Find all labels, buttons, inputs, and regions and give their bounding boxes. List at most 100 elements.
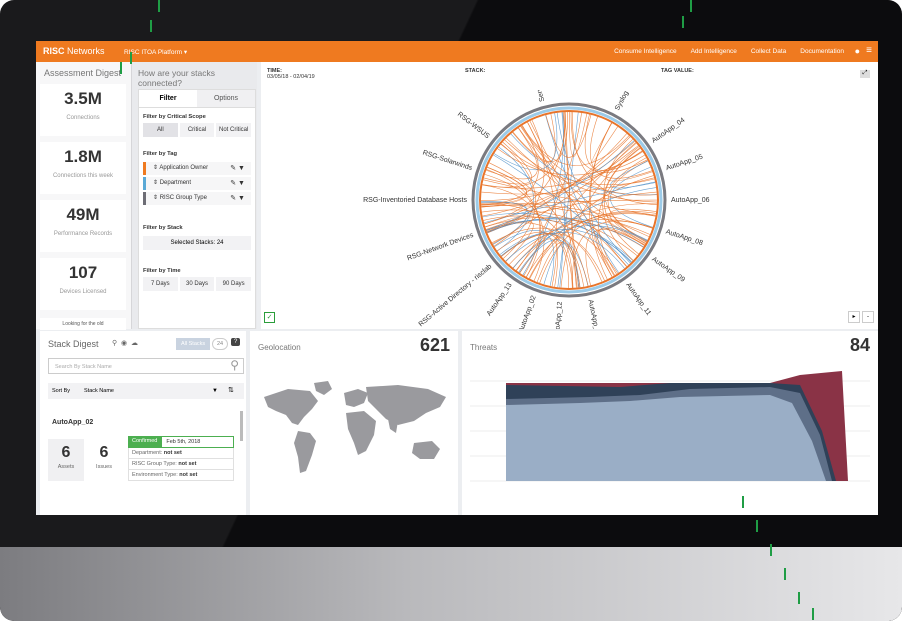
chord-node-label[interactable]: RSG-Inventoried Database Hosts [363, 197, 467, 204]
world-map[interactable] [258, 377, 454, 487]
stat-label: Devices Licensed [59, 289, 107, 295]
threats-count: 84 [849, 335, 870, 355]
expand-icon[interactable]: ⤢ [860, 70, 870, 78]
guide-line [742, 496, 744, 508]
chevron-down-icon[interactable]: ▼ [212, 383, 218, 399]
eye-icon[interactable]: ◉ [121, 340, 127, 347]
confirmed-badge: Confirmed [128, 436, 162, 448]
critical-scope-buttons: All Critical Not Critical [139, 123, 255, 137]
cloud-icon[interactable]: ☁ [131, 340, 138, 347]
department-value: not set [163, 450, 182, 456]
geolocation-count: 621 [419, 335, 450, 355]
menu-docs[interactable]: Documentation [800, 48, 844, 55]
hamburger-menu-icon[interactable]: ≡ [866, 45, 872, 56]
time-value: 03/05/18 - 02/04/19 [267, 74, 315, 80]
assessment-digest-panel: Assessment Digest 3.5M Connections 1.8M … [36, 62, 132, 330]
stack-digest-title: Stack Digest [48, 339, 99, 349]
old-version-link[interactable]: Looking for the old [40, 318, 126, 330]
tag-department[interactable]: ⇕ Department ✎ ▼ [143, 177, 251, 190]
threat-band-steel [506, 395, 826, 481]
chord-node-label[interactable]: AutoApp_09 [650, 256, 686, 284]
menu-add[interactable]: Add Intelligence [691, 48, 737, 55]
edit-filter-icon[interactable]: ✎ ▼ [230, 192, 245, 205]
chord-node-label[interactable]: RSG-Solarwinds [422, 149, 474, 172]
product-dropdown[interactable]: RISC ITOA Platform ▾ [124, 48, 187, 56]
all-stacks-button[interactable]: All Stacks [176, 338, 211, 350]
chord-header: TIME: 03/05/18 - 02/04/19 STACK: TAG VALU… [261, 68, 873, 90]
checkbox-icon[interactable]: ✓ [264, 312, 275, 323]
map-asia [366, 385, 446, 425]
notification-icon[interactable]: ● [855, 46, 860, 56]
tag-value-label: TAG VALUE: [661, 68, 694, 74]
chord-link [563, 112, 579, 288]
chord-node-label[interactable]: RSG-WSUS [456, 111, 491, 140]
scope-critical-button[interactable]: Critical [179, 123, 215, 137]
tag-name: RISC Group Type [159, 195, 207, 201]
edit-filter-icon[interactable]: ✎ ▼ [230, 162, 245, 175]
tag-color-bar [143, 192, 146, 205]
chord-node-label[interactable]: AutoApp_02 [518, 295, 538, 329]
help-icon[interactable]: ? [231, 338, 241, 346]
chord-node-label[interactable]: Syslog [614, 90, 630, 112]
chord-node-label[interactable]: AutoApp_05 [665, 154, 704, 173]
chord-node-label[interactable]: RSG-Network Devices [406, 232, 475, 263]
stack-search-input[interactable]: Search By Stack Name ⚲ [48, 358, 244, 374]
tag-color-bar [143, 177, 146, 190]
minus-button[interactable]: - [862, 311, 874, 323]
stack-question: How are your stacks connected? [138, 68, 215, 88]
sort-by-label: Sort By [52, 388, 71, 394]
chord-node-label[interactable]: AutoApp_13 [486, 282, 514, 318]
scope-not-critical-button[interactable]: Not Critical [216, 123, 252, 137]
brand-logo[interactable]: RISC Networks [43, 46, 105, 56]
chord-node-label[interactable]: AutoApp_04 [651, 117, 687, 145]
edit-filter-icon[interactable]: ✎ ▼ [230, 177, 245, 190]
chord-node-label[interactable]: AutoApp_12 [554, 301, 564, 329]
scrollbar[interactable] [240, 411, 243, 441]
time-30-button[interactable]: 30 Days [179, 277, 215, 291]
chord-node-label[interactable]: AutoApp_08 [665, 229, 704, 248]
env-value: not set [179, 472, 198, 478]
time-90-button[interactable]: 90 Days [216, 277, 252, 291]
chord-link [610, 166, 653, 228]
chord-node-label[interactable]: AutoApp_06 [671, 197, 710, 204]
chord-node-label[interactable]: AutoApp_07 [586, 299, 601, 329]
threats-area-chart[interactable] [470, 361, 870, 511]
stat-value: 107 [68, 263, 98, 282]
guide-line [690, 0, 692, 12]
tab-options[interactable]: Options [197, 90, 255, 107]
stat-label: Performance Records [53, 231, 113, 237]
guide-line [798, 592, 800, 604]
selected-stacks-button[interactable]: Selected Stacks: 24 [143, 236, 251, 250]
tag-application-owner[interactable]: ⇕ Application Owner ✎ ▼ [143, 162, 251, 175]
app-screen: RISC Networks RISC ITOA Platform ▾ Consu… [36, 41, 878, 515]
group-line: RISC Group Type: not set [128, 459, 234, 470]
time-7-button[interactable]: 7 Days [143, 277, 178, 291]
chord-node-label[interactable]: RSG-Active Directory - risclab [418, 263, 494, 328]
sort-order-icon[interactable]: ⇅ [228, 383, 234, 399]
tab-filter[interactable]: Filter [139, 90, 197, 107]
play-button[interactable]: ▸ [848, 311, 860, 323]
sort-select[interactable]: Stack Name [84, 383, 114, 399]
chord-node-label[interactable]: AutoApp_11 [624, 282, 652, 317]
tag-risc-group-type[interactable]: ⇕ RISC Group Type ✎ ▼ [143, 192, 251, 205]
chord-panel: TIME: 03/05/18 - 02/04/19 STACK: TAG VALU… [261, 62, 878, 329]
menu-collect[interactable]: Collect Data [751, 48, 786, 55]
scope-all-button[interactable]: All [143, 123, 178, 137]
menu-consume[interactable]: Consume Intelligence [614, 48, 677, 55]
sort-row: Sort By Stack Name ▼ ⇅ [48, 383, 244, 399]
stack-filter-label: Filter by Stack [143, 225, 183, 231]
stat-value: 3.5M [64, 89, 102, 108]
stack-name[interactable]: AutoApp_02 [52, 419, 93, 426]
stack-digest-icons: ⚲ ◉ ☁ [112, 339, 138, 347]
map-south-america [294, 431, 316, 473]
time-filter-label: Filter by Time [143, 268, 181, 274]
chord-node-label[interactable]: Services [532, 90, 546, 102]
guide-line [756, 520, 758, 532]
tag-name: Department [159, 180, 192, 186]
chord-diagram[interactable]: Services Syslog AutoApp_04 AutoApp_05 AutoAp… [261, 90, 878, 329]
brand-bold: RISC [43, 46, 65, 56]
map-greenland [314, 381, 332, 395]
stat-label: Connections this week [52, 173, 114, 179]
search-icon[interactable]: ⚲ [112, 340, 117, 347]
filter-box: Filter Options Filter by Critical Scope … [138, 89, 256, 329]
